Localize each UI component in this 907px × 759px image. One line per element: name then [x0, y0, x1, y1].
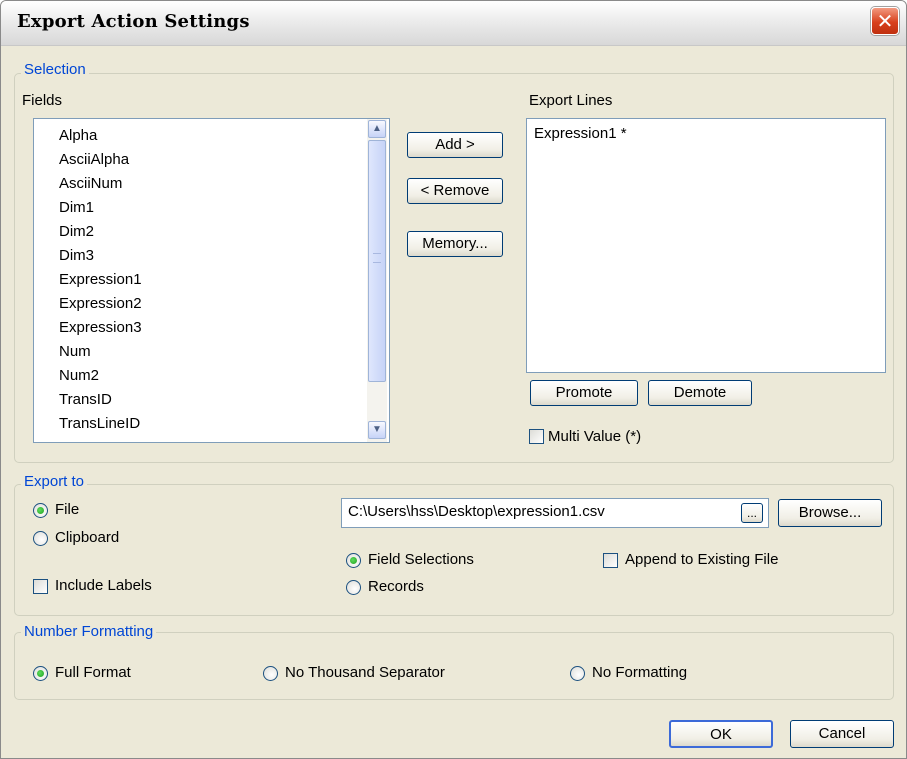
field-list-item[interactable]: AsciiAlpha	[59, 151, 129, 168]
clipboard-radio[interactable]	[33, 531, 48, 546]
memory-button[interactable]: Memory...	[407, 231, 503, 257]
ok-button[interactable]: OK	[669, 720, 773, 748]
scroll-grip-icon	[373, 253, 381, 263]
field-selections-radio[interactable]	[346, 553, 361, 568]
export-path-field[interactable]: C:\Users\hss\Desktop\expression1.csv	[341, 498, 769, 528]
number-formatting-legend: Number Formatting	[21, 623, 157, 640]
field-list-item[interactable]: Expression3	[59, 319, 142, 336]
export-lines-label: Export Lines	[529, 92, 613, 109]
demote-button[interactable]: Demote	[648, 380, 752, 406]
field-list-item[interactable]: AsciiNum	[59, 175, 122, 192]
full-format-label: Full Format	[55, 664, 131, 681]
no-thousand-separator-radio[interactable]	[263, 666, 278, 681]
export-to-legend: Export to	[21, 473, 88, 490]
append-label: Append to Existing File	[625, 551, 779, 568]
no-thousand-separator-label: No Thousand Separator	[285, 664, 445, 681]
remove-button[interactable]: < Remove	[407, 178, 503, 204]
field-list-item[interactable]: Alpha	[59, 127, 97, 144]
multi-value-label: Multi Value (*)	[548, 428, 642, 445]
selection-legend: Selection	[21, 61, 89, 78]
dialog-title: Export Action Settings	[17, 11, 250, 32]
full-format-radio[interactable]	[33, 666, 48, 681]
fields-scrollbar[interactable]: ▲ ▼	[367, 119, 387, 442]
close-icon: ✕	[876, 9, 894, 33]
field-list-item[interactable]: Num2	[59, 367, 99, 384]
scroll-up-button[interactable]: ▲	[368, 120, 386, 138]
field-selections-label: Field Selections	[368, 551, 474, 568]
field-list-item[interactable]: Num	[59, 343, 91, 360]
number-formatting-group	[14, 632, 894, 700]
title-bar[interactable]: Export Action Settings ✕	[1, 1, 906, 46]
records-radio[interactable]	[346, 580, 361, 595]
multi-value-checkbox[interactable]	[529, 429, 544, 444]
scroll-thumb[interactable]	[368, 140, 386, 382]
close-button[interactable]: ✕	[871, 7, 899, 35]
browse-button[interactable]: Browse...	[778, 499, 882, 527]
records-label: Records	[368, 578, 424, 595]
promote-button[interactable]: Promote	[530, 380, 638, 406]
fields-label: Fields	[22, 92, 63, 109]
field-list-item[interactable]: Dim1	[59, 199, 94, 216]
field-list-item[interactable]: Dim2	[59, 223, 94, 240]
file-radio-label: File	[55, 501, 80, 518]
field-list-item[interactable]: TransID	[59, 391, 112, 408]
clipboard-radio-label: Clipboard	[55, 529, 120, 546]
append-checkbox[interactable]	[603, 553, 618, 568]
include-labels-label: Include Labels	[55, 577, 152, 594]
include-labels-checkbox[interactable]	[33, 579, 48, 594]
field-list-item[interactable]: Dim3	[59, 247, 94, 264]
field-list-item[interactable]: Expression1	[59, 271, 142, 288]
no-formatting-radio[interactable]	[570, 666, 585, 681]
file-radio[interactable]	[33, 503, 48, 518]
scroll-down-button[interactable]: ▼	[368, 421, 386, 439]
export-lines-listbox[interactable]: Expression1 *	[526, 118, 886, 373]
no-formatting-label: No Formatting	[592, 664, 688, 681]
ellipsis-button[interactable]: ...	[741, 503, 763, 523]
export-line-item[interactable]: Expression1 *	[534, 125, 627, 142]
cancel-button[interactable]: Cancel	[790, 720, 894, 748]
fields-listbox[interactable]: Alpha AsciiAlpha AsciiNum Dim1 Dim2 Dim3 Expre…	[33, 118, 390, 443]
add-button[interactable]: Add >	[407, 132, 503, 158]
field-list-item[interactable]: Expression2	[59, 295, 142, 312]
export-action-settings-dialog: Export Action Settings ✕ Selection Field…	[0, 0, 907, 759]
field-list-item[interactable]: TransLineID	[59, 415, 140, 432]
